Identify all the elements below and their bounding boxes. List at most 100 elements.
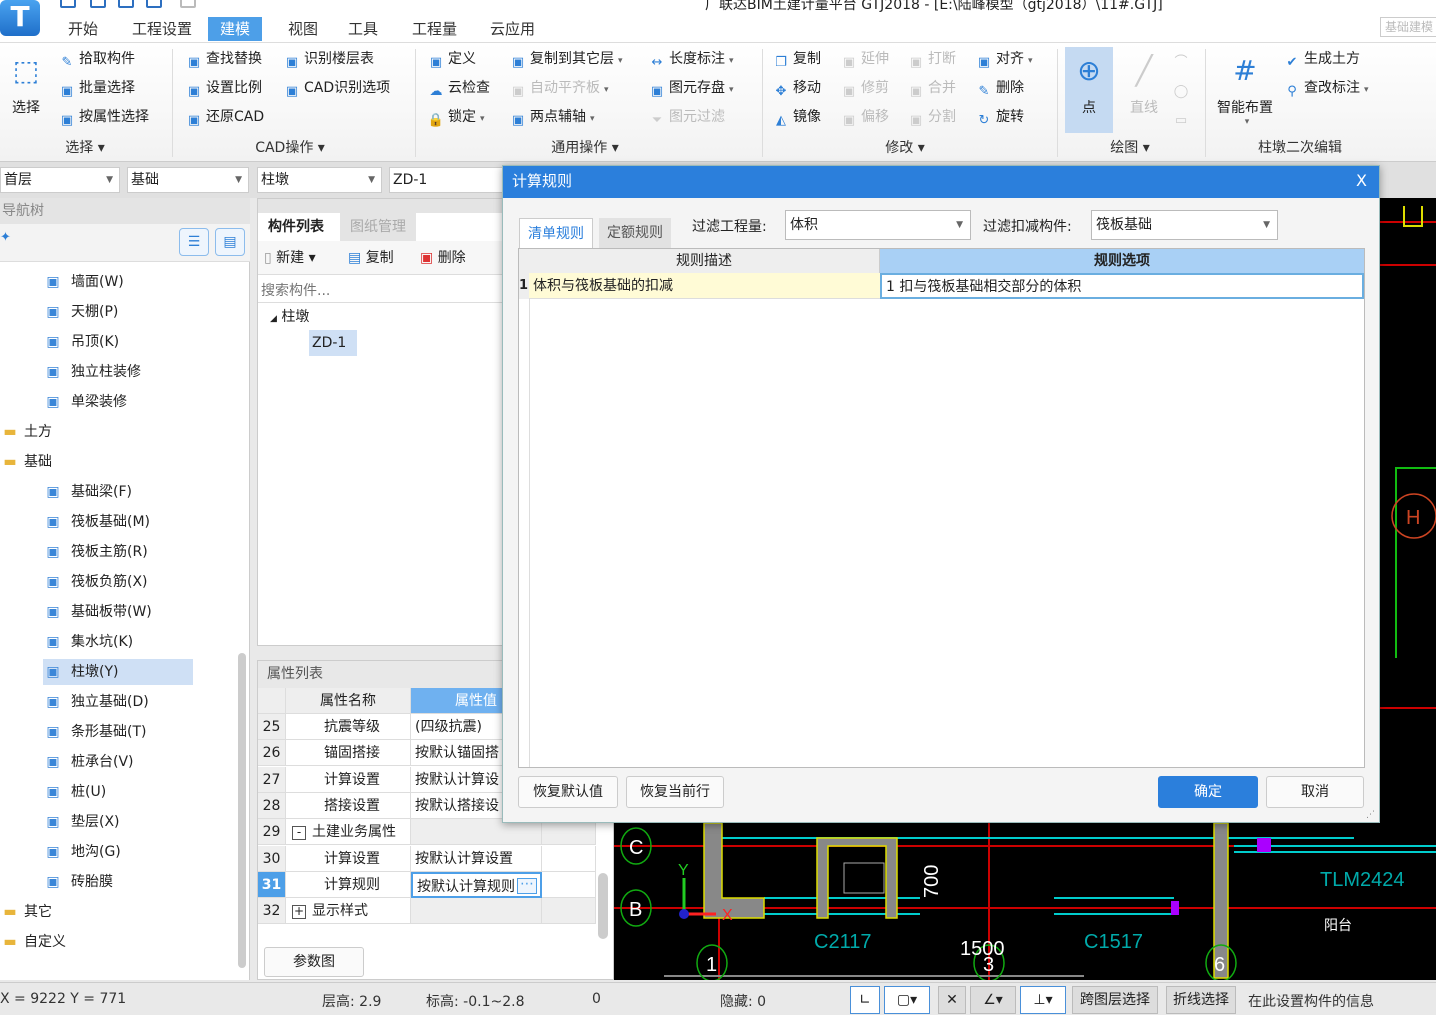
nav-item[interactable]: ▣ 基础板带(W) <box>43 599 151 625</box>
property-value-cell[interactable] <box>411 898 542 925</box>
property-name-cell[interactable]: 抗震等级 <box>286 714 411 740</box>
ribbon-item-split[interactable]: ▣ 分割 <box>907 105 956 129</box>
category-selector[interactable]: 基础 ▼ <box>127 167 249 193</box>
menu-tab-1[interactable]: 工程设置 <box>120 17 204 41</box>
menu-tab-2[interactable]: 建模 <box>208 17 263 41</box>
nav-item[interactable]: ▬ 土方 <box>0 419 52 445</box>
property-name-cell[interactable]: - 土建业务属性 <box>286 819 411 846</box>
ribbon-item-property-select[interactable]: ▣ 按属性选择 <box>58 105 149 129</box>
rule-option-cell[interactable]: 1 扣与筏板基础相交部分的体积 <box>880 273 1364 299</box>
nav-item[interactable]: ▣ 桩承台(V) <box>43 749 133 775</box>
new-button[interactable]: ▯ 新建 ▾ <box>264 247 316 267</box>
panel-view-icon[interactable]: ▤ <box>215 228 245 256</box>
ribbon-item-align[interactable]: ▣ 对齐 ▾ <box>975 47 1033 71</box>
nav-item[interactable]: ▣ 筏板负筋(X) <box>43 569 147 595</box>
ribbon-item-restore-cad[interactable]: ▣ 还原CAD <box>185 105 264 129</box>
ribbon-item-eyedropper[interactable]: ✎ 拾取构件 <box>58 47 135 71</box>
ribbon-item-filter[interactable]: ⏷ 图元过滤 <box>648 105 725 129</box>
copy-button[interactable]: ▤ 复制 <box>348 247 394 267</box>
ribbon-item-arc[interactable]: ⌒ <box>1172 47 1193 71</box>
ok-button[interactable]: 确定 <box>1158 776 1258 808</box>
ribbon-line-button[interactable]: ╱ 直线 <box>1120 47 1168 133</box>
mode-selector[interactable]: 基础建模 <box>1380 17 1436 37</box>
ribbon-item-aux-axis[interactable]: ▣ 两点辅轴 ▾ <box>509 105 595 129</box>
nav-item[interactable]: ▬ 基础 <box>0 449 52 475</box>
snap-mode-icon[interactable]: ▢▾ <box>884 986 930 1014</box>
ribbon-item-batch-select[interactable]: ▣ 批量选择 <box>58 76 135 100</box>
ribbon-item-save-element[interactable]: ▣ 图元存盘 ▾ <box>648 76 734 100</box>
angle-snap-icon[interactable]: ∠▾ <box>970 986 1016 1014</box>
ribbon-item-generate-earthwork[interactable]: ✔ 生成土方 <box>1283 47 1360 71</box>
ribbon-item-merge[interactable]: ▣ 合并 <box>907 76 956 100</box>
cross-snap-icon[interactable]: ✕ <box>938 986 966 1014</box>
ribbon-item-define[interactable]: ▣ 定义 <box>427 47 476 71</box>
cross-layer-select-button[interactable]: 跨图层选择 <box>1072 986 1158 1014</box>
ribbon-point-button[interactable]: ⊕ 点 <box>1065 47 1113 133</box>
ribbon-item-break[interactable]: ▣ 打断 <box>907 47 956 71</box>
undo-icon[interactable] <box>146 0 162 8</box>
delete-button[interactable]: ▣ 删除 <box>420 247 466 267</box>
nav-item[interactable]: ▣ 桩(U) <box>43 779 106 805</box>
ribbon-item-floor-table[interactable]: ▣ 识别楼层表 <box>283 47 374 71</box>
nav-item[interactable]: ▣ 吊顶(K) <box>43 329 119 355</box>
nav-scrollbar[interactable] <box>238 653 246 968</box>
nav-item[interactable]: ▣ 独立柱装修 <box>43 359 141 385</box>
tab-drawing-management[interactable]: 图纸管理 <box>340 213 416 241</box>
nav-item[interactable]: ▣ 单梁装修 <box>43 389 127 415</box>
property-value-cell[interactable]: 按默认计算设置 <box>411 845 542 872</box>
restore-default-button[interactable]: 恢复默认值 <box>518 776 618 808</box>
nav-item[interactable]: ▣ 筏板主筋(R) <box>43 539 147 565</box>
ribbon-group-label[interactable]: 修改 ▾ <box>885 137 924 157</box>
ribbon-item-rotate[interactable]: ↻ 旋转 <box>975 105 1024 129</box>
cancel-button[interactable]: 取消 <box>1266 776 1364 808</box>
tab-quota-rules[interactable]: 定额规则 <box>599 218 671 248</box>
ribbon-group-label[interactable]: 通用操作 ▾ <box>551 137 618 157</box>
ribbon-item-delete-brush[interactable]: ✎ 删除 <box>975 76 1024 100</box>
redo-icon[interactable] <box>180 0 196 8</box>
ribbon-item-find-replace[interactable]: ▣ 查找替换 <box>185 47 262 71</box>
ribbon-item-trim[interactable]: ▣ 修剪 <box>840 76 889 100</box>
offset-snap-icon[interactable]: ⊥▾ <box>1020 986 1066 1014</box>
ribbon-group-label[interactable]: 选择 ▾ <box>65 137 104 157</box>
property-name-cell[interactable]: 锚固搭接 <box>286 740 411 767</box>
nav-item[interactable]: ▣ 基础梁(F) <box>43 479 132 505</box>
ribbon-select-arrow-button[interactable]: ⬚ 选择 <box>5 47 47 133</box>
collapse-icon[interactable]: - <box>292 826 306 841</box>
nav-item[interactable]: ▣ 地沟(G) <box>43 839 120 865</box>
parameter-diagram-button[interactable]: 参数图 <box>264 947 364 977</box>
ribbon-item-rectangle[interactable]: ▭ <box>1172 105 1193 129</box>
restore-current-row-button[interactable]: 恢复当前行 <box>626 776 724 808</box>
polyline-select-button[interactable]: 折线选择 <box>1166 986 1236 1014</box>
nav-item[interactable]: ▬ 自定义 <box>0 929 66 955</box>
tab-bill-rules[interactable]: 清单规则 <box>519 218 593 248</box>
property-name-cell[interactable]: 搭接设置 <box>286 792 411 819</box>
nav-item[interactable]: ▣ 筏板基础(M) <box>43 509 150 535</box>
ribbon-group-label[interactable]: 柱墩二次编辑 <box>1258 137 1342 157</box>
nav-item[interactable]: ▣ 集水坑(K) <box>43 629 133 655</box>
ribbon-item-mirror[interactable]: ◭ 镜像 <box>772 105 821 129</box>
ribbon-item-scale[interactable]: ▣ 设置比例 <box>185 76 262 100</box>
menu-tab-5[interactable]: 工程量 <box>400 17 469 41</box>
ribbon-item-copy-layer[interactable]: ▣ 复制到其它层 ▾ <box>509 47 623 71</box>
ribbon-item-lock[interactable]: 🔒 锁定 ▾ <box>427 105 485 129</box>
ribbon-item-copy[interactable]: ❐ 复制 <box>772 47 821 71</box>
property-value-cell[interactable]: 按默认计算规则 ⋯ <box>411 871 542 898</box>
property-name-cell[interactable]: 计算设置 <box>286 766 411 793</box>
floor-selector[interactable]: 首层 ▼ <box>0 167 120 193</box>
nav-item[interactable]: ▬ 其它 <box>0 899 52 925</box>
property-name-cell[interactable]: 计算设置 <box>286 845 411 872</box>
nav-item[interactable]: ▣ 柱墩(Y) <box>43 659 193 685</box>
property-value-cell[interactable] <box>411 819 542 846</box>
menu-tab-0[interactable]: 开始 <box>56 17 110 41</box>
menu-tab-6[interactable]: 云应用 <box>478 17 547 41</box>
ribbon-group-label[interactable]: CAD操作 ▾ <box>255 137 325 157</box>
filter-quantity-select[interactable]: 体积 ▼ <box>785 210 971 240</box>
add-icon[interactable]: ✦ <box>0 230 11 245</box>
ribbon-item-cloud-check[interactable]: ☁ 云检查 <box>427 76 491 100</box>
tree-node-root[interactable]: ◢ 柱墩 <box>270 305 309 331</box>
ribbon-item-extend[interactable]: ▣ 延伸 <box>840 47 889 71</box>
rule-description-cell[interactable]: 体积与筏板基础的扣减 <box>529 273 880 299</box>
ortho-toggle-icon[interactable]: ∟ <box>850 986 880 1014</box>
ribbon-item-edit-annotation[interactable]: ⚲ 查改标注 ▾ <box>1283 76 1368 100</box>
expand-icon[interactable]: + <box>292 905 306 920</box>
